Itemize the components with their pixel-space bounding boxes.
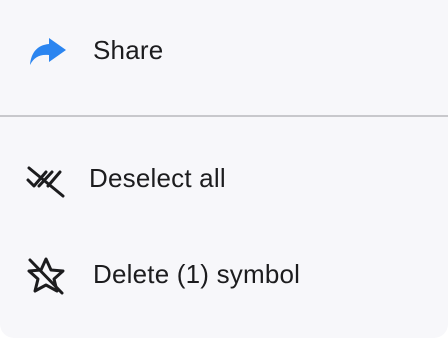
deselect-all-icon	[24, 158, 68, 202]
deselect-all-label: Deselect all	[89, 163, 226, 193]
menu-divider	[0, 115, 448, 117]
delete-symbol-label: Delete (1) symbol	[93, 259, 301, 289]
share-label: Share	[93, 35, 164, 65]
delete-symbol-menu-item[interactable]: Delete (1) symbol	[0, 244, 448, 308]
star-slash-icon	[24, 254, 68, 298]
context-menu: Share Deselect all Delete (1) symbol	[0, 0, 448, 338]
share-arrow-icon	[25, 30, 69, 74]
deselect-all-menu-item[interactable]: Deselect all	[0, 148, 448, 212]
share-menu-item[interactable]: Share	[0, 20, 448, 84]
